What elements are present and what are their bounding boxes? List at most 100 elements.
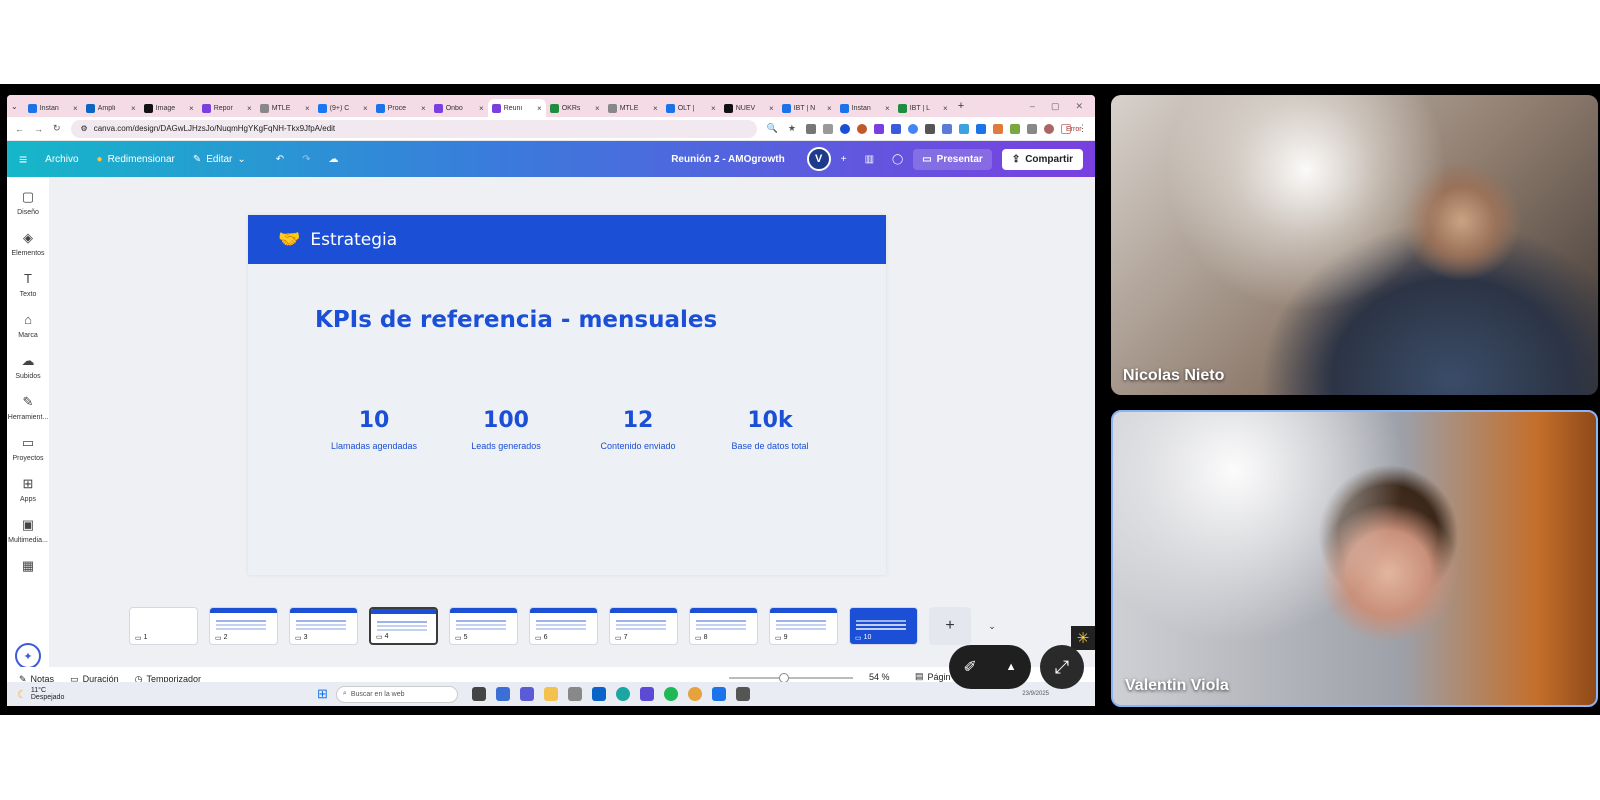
page-thumbnail[interactable]: ▭ 8 bbox=[689, 607, 758, 645]
page-thumbnail[interactable]: ▭ 3 bbox=[289, 607, 358, 645]
browser-tab[interactable]: MTLE × bbox=[604, 99, 662, 117]
browser-tab[interactable]: Repor × bbox=[198, 99, 256, 117]
maximize-icon[interactable]: ▢ bbox=[1051, 101, 1060, 112]
zoom-slider[interactable] bbox=[729, 673, 853, 683]
url-field[interactable]: ⚙ canva.com/design/DAGwLJHzsJo/NuqmHgYKg… bbox=[70, 119, 757, 138]
file-menu[interactable]: Archivo bbox=[45, 154, 78, 165]
extension-icon[interactable] bbox=[823, 123, 833, 134]
page-thumbnail[interactable]: ▭ 9 bbox=[769, 607, 838, 645]
tab-close-icon[interactable]: × bbox=[711, 104, 716, 113]
add-collaborator-icon[interactable]: + bbox=[841, 154, 847, 165]
browser-tab[interactable]: OLT | × bbox=[662, 99, 720, 117]
outlook-icon[interactable] bbox=[591, 687, 606, 701]
forward-icon[interactable]: → bbox=[34, 124, 43, 134]
windows-start-icon[interactable]: ⊞ bbox=[317, 686, 328, 702]
document-title[interactable]: Reunión 2 - AMOgrowth bbox=[671, 154, 785, 165]
rail-item[interactable]: ▣ Multimedia... bbox=[7, 517, 49, 544]
extension-icon[interactable] bbox=[857, 123, 867, 134]
new-tab-button[interactable]: + bbox=[958, 100, 964, 112]
rail-item[interactable]: ▦ bbox=[7, 558, 49, 578]
browser-tab[interactable]: Instan × bbox=[24, 99, 82, 117]
profile-icon[interactable] bbox=[1044, 123, 1054, 134]
spotify-icon[interactable] bbox=[663, 687, 678, 701]
site-info-icon[interactable]: ⚙ bbox=[81, 124, 88, 133]
rail-item[interactable]: ⊞ Apps bbox=[7, 476, 49, 503]
error-badge[interactable]: Error bbox=[1061, 123, 1082, 134]
browser-tab[interactable]: NUEV × bbox=[720, 99, 778, 117]
caret-up-icon[interactable]: ▲ bbox=[1006, 661, 1017, 673]
file-explorer-icon[interactable] bbox=[543, 687, 558, 701]
tab-close-icon[interactable]: × bbox=[943, 104, 948, 113]
tab-close-icon[interactable]: × bbox=[827, 104, 832, 113]
browser-tab[interactable]: Ampli × bbox=[82, 99, 140, 117]
widgets-icon[interactable] bbox=[495, 687, 510, 701]
store-icon[interactable] bbox=[567, 687, 582, 701]
browser-tab[interactable]: MTLE × bbox=[256, 99, 314, 117]
undo-icon[interactable]: ↶ bbox=[276, 154, 284, 165]
extension-icon[interactable] bbox=[840, 123, 850, 134]
app-icon[interactable] bbox=[711, 687, 726, 701]
puzzle-icon[interactable] bbox=[1027, 123, 1037, 134]
tab-close-icon[interactable]: × bbox=[247, 104, 252, 113]
browser-tab[interactable]: IBT | N × bbox=[778, 99, 836, 117]
extension-icon[interactable] bbox=[976, 123, 986, 134]
video-tile-active-speaker[interactable]: Valentin Viola bbox=[1111, 410, 1598, 707]
redo-icon[interactable]: ↷ bbox=[302, 154, 310, 165]
tab-close-icon[interactable]: × bbox=[769, 104, 774, 113]
edit-menu[interactable]: ✎ Editar ⌄ bbox=[193, 154, 246, 165]
tab-close-icon[interactable]: × bbox=[363, 104, 368, 113]
chrome-icon[interactable] bbox=[687, 687, 702, 701]
browser-tab[interactable]: Image × bbox=[140, 99, 198, 117]
rail-item[interactable]: ▭ Proyectos bbox=[7, 435, 49, 462]
tab-close-icon[interactable]: × bbox=[73, 104, 78, 113]
extension-icon[interactable] bbox=[993, 123, 1003, 134]
magic-assistant-icon[interactable]: ✦ bbox=[15, 643, 41, 669]
tab-close-icon[interactable]: × bbox=[421, 104, 426, 113]
browser-tab[interactable]: Reuni × bbox=[487, 99, 546, 117]
browser-tab[interactable]: (9+) C × bbox=[314, 99, 372, 117]
rail-item[interactable]: ⌂ Marca bbox=[7, 312, 49, 339]
pen-off-icon[interactable]: ✐ bbox=[963, 657, 976, 677]
browser-tab[interactable]: IBT | L × bbox=[894, 99, 952, 117]
tab-close-icon[interactable]: × bbox=[131, 104, 136, 113]
browser-tab[interactable]: Proce × bbox=[372, 99, 430, 117]
rail-item[interactable]: T Texto bbox=[7, 271, 49, 298]
minimize-icon[interactable]: – bbox=[1030, 101, 1035, 112]
extension-icon[interactable] bbox=[925, 123, 935, 134]
rail-item[interactable]: ✎ Herramient... bbox=[7, 394, 49, 421]
extension-icon[interactable] bbox=[891, 123, 901, 134]
tab-close-icon[interactable]: × bbox=[653, 104, 658, 113]
page-thumbnail[interactable]: ▭ 7 bbox=[609, 607, 678, 645]
rail-item[interactable]: ☁ Subidos bbox=[7, 353, 49, 380]
comment-icon[interactable]: ◯ bbox=[892, 154, 903, 165]
back-icon[interactable]: ← bbox=[15, 124, 24, 134]
tab-close-icon[interactable]: × bbox=[479, 104, 484, 113]
browser-tab[interactable]: Instan × bbox=[836, 99, 894, 117]
page-thumbnail[interactable]: ▭ 1 bbox=[129, 607, 198, 645]
copilot-icon[interactable] bbox=[519, 687, 534, 701]
calculator-icon[interactable] bbox=[735, 687, 750, 701]
present-button[interactable]: ▭ Presentar bbox=[913, 148, 992, 170]
taskbar-search[interactable]: ⌕ Buscar en la web bbox=[335, 685, 458, 703]
weather-widget[interactable]: ☾ 11°C Despejado bbox=[7, 687, 317, 701]
pages-button[interactable]: ▤ Págin bbox=[915, 671, 951, 682]
rail-item[interactable]: ◈ Elementos bbox=[7, 230, 49, 257]
cloud-sync-icon[interactable]: ☁ bbox=[329, 154, 339, 165]
reload-icon[interactable]: ↻ bbox=[53, 123, 61, 134]
chevron-down-icon[interactable]: ⌄ bbox=[982, 607, 1002, 645]
tab-close-icon[interactable]: × bbox=[885, 104, 890, 113]
zoom-value[interactable]: 54 % bbox=[869, 672, 890, 682]
browser-tab[interactable]: OKRs × bbox=[546, 99, 604, 117]
extension-icon[interactable] bbox=[1010, 123, 1020, 134]
media-player-icon[interactable] bbox=[639, 687, 654, 701]
add-page-button[interactable]: + bbox=[929, 607, 971, 645]
page-thumbnail[interactable]: ▭ 4 bbox=[369, 607, 438, 645]
close-window-icon[interactable]: ✕ bbox=[1075, 101, 1083, 112]
expand-icon[interactable]: ⤢ bbox=[1040, 645, 1084, 689]
spark-icon[interactable]: ✳ bbox=[1071, 626, 1095, 650]
page-thumbnail[interactable]: ▭ 5 bbox=[449, 607, 518, 645]
tab-close-icon[interactable]: × bbox=[189, 104, 194, 113]
extension-icon[interactable] bbox=[806, 123, 816, 134]
insights-icon[interactable]: ▥ bbox=[865, 154, 874, 165]
hamburger-menu-icon[interactable]: ≡ bbox=[19, 151, 27, 167]
